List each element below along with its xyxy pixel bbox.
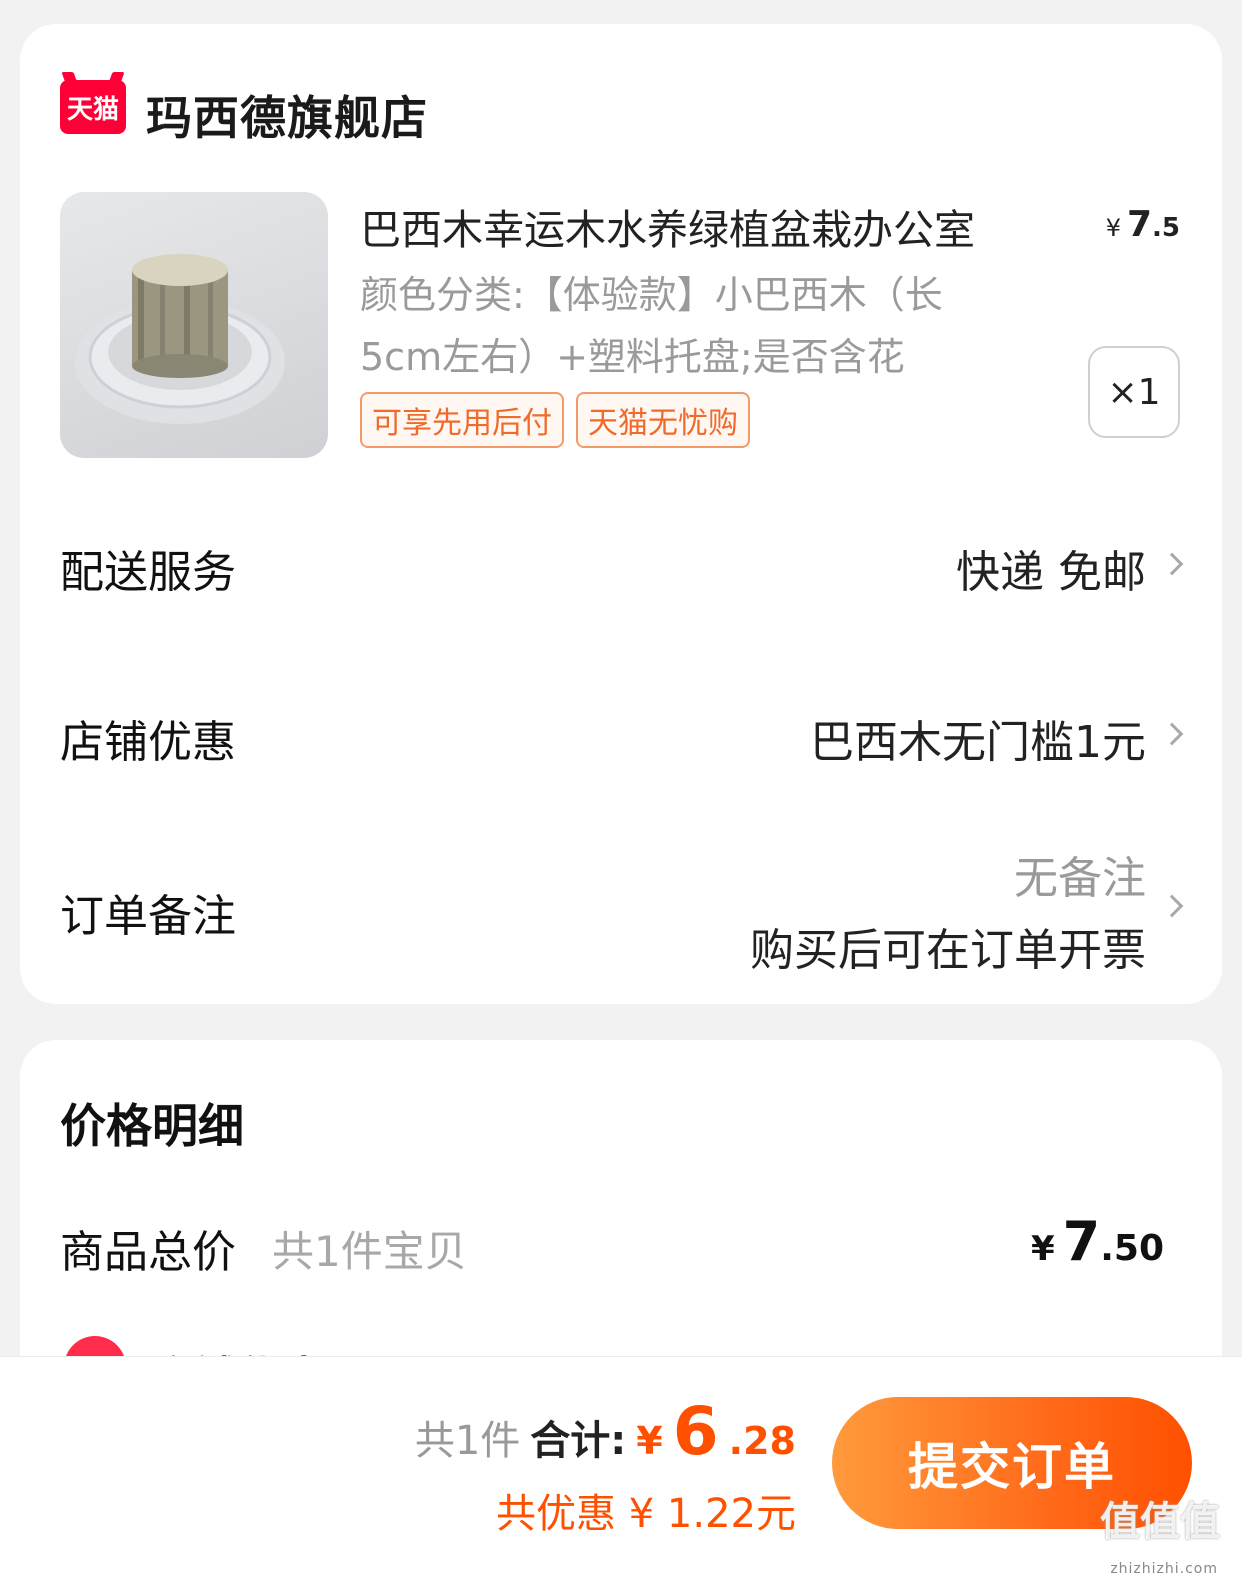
tag-tmall-worry-free: 天猫无忧购	[576, 392, 750, 448]
invoice-note: 购买后可在订单开票	[750, 925, 1146, 976]
spec-line: 颜色分类:【体验款】小巴西木（长	[360, 273, 943, 317]
chevron-right-icon[interactable]	[1160, 722, 1184, 746]
product-photo-icon	[75, 254, 285, 424]
order-remark-value[interactable]: 无备注	[1014, 842, 1146, 906]
goods-total-label: 商品总价	[60, 1227, 236, 1278]
chevron-right-icon[interactable]	[1160, 894, 1184, 918]
total-discount[interactable]: 共优惠 ¥ 1.22元	[496, 1481, 796, 1539]
spec-line: 5cm左右）+塑料托盘;是否含花	[360, 335, 905, 379]
price-cents: .5	[1152, 213, 1180, 243]
watermark-logo: 值值值	[1100, 1499, 1220, 1545]
shop-discount-value[interactable]: 巴西木无门槛1元	[810, 706, 1146, 770]
service-tags: 可享先用后付 天猫无忧购	[360, 392, 750, 448]
checkout-bar: 共1件 合计: ¥6.28 共优惠 ¥ 1.22元 提交订单 值值值 zhizh…	[0, 1356, 1242, 1585]
total-cents: .28	[728, 1419, 796, 1463]
delivery-label: 配送服务	[60, 547, 236, 598]
tmall-logo-icon: 天猫	[60, 80, 126, 134]
currency-symbol: ¥	[636, 1419, 663, 1463]
chevron-right-icon[interactable]	[1160, 552, 1184, 576]
order-card: 天猫 玛西德旗舰店 巴西木幸运木水养绿植盆栽办公室 ¥7.5 颜色分类:【体验款…	[20, 24, 1222, 1004]
tag-pay-later: 可享先用后付	[360, 392, 564, 448]
amount-cents: .50	[1100, 1228, 1164, 1269]
amount-integer: 7	[1062, 1210, 1101, 1273]
watermark-url: zhizhizhi.com	[1110, 1561, 1218, 1577]
total-label: 合计:	[530, 1418, 627, 1464]
goods-count: 共1件宝贝	[272, 1227, 467, 1276]
shop-discount-label: 店铺优惠	[60, 717, 236, 768]
product-image[interactable]	[60, 192, 328, 458]
product-price: ¥7.5	[1106, 204, 1180, 245]
tmall-logo-text: 天猫	[66, 94, 119, 125]
goods-total-amount: ¥7.50	[1031, 1210, 1164, 1273]
currency-symbol: ¥	[1030, 1229, 1055, 1269]
product-title[interactable]: 巴西木幸运木水养绿植盆栽办公室	[360, 196, 1060, 256]
quantity-stepper[interactable]: ×1	[1088, 346, 1180, 438]
product-spec[interactable]: 颜色分类:【体验款】小巴西木（长 5cm左右）+塑料托盘;是否含花	[360, 264, 1060, 388]
currency-symbol: ¥	[1105, 214, 1121, 242]
price-detail-title: 价格明细	[60, 1099, 244, 1153]
total-summary: 共1件 合计: ¥6.28	[415, 1393, 796, 1470]
delivery-value[interactable]: 快递 免邮	[956, 536, 1146, 600]
order-remark-label: 订单备注	[60, 891, 236, 942]
total-integer: 6	[672, 1393, 719, 1470]
price-integer: 7	[1126, 204, 1153, 245]
item-count: 共1件	[414, 1418, 521, 1464]
shop-name[interactable]: 玛西德旗舰店	[146, 82, 428, 148]
